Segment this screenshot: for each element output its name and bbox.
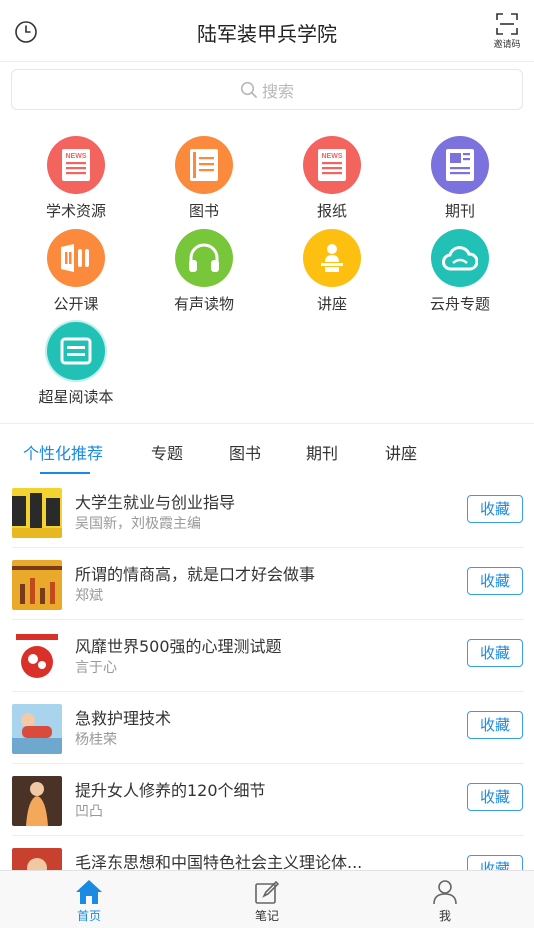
- search-input[interactable]: 搜索: [11, 69, 523, 110]
- favorite-button[interactable]: 收藏: [467, 495, 523, 523]
- category-label: 超星阅读本: [38, 388, 114, 406]
- reader-icon: [47, 322, 105, 380]
- search-icon: [240, 81, 257, 98]
- search-placeholder: 搜索: [261, 81, 294, 101]
- category-audiobooks[interactable]: 有声读物: [140, 229, 268, 314]
- list-item[interactable]: 所谓的情商高，就是口才好会做事 郑斌 收藏: [12, 548, 524, 620]
- recommendation-tabs: 个性化推荐 专题 图书 期刊 讲座: [0, 436, 534, 476]
- tab-personalized[interactable]: 个性化推荐: [23, 440, 103, 464]
- newspaper-icon: NEWS: [303, 136, 361, 194]
- book-title: 风靡世界500强的心理测试题: [75, 637, 282, 656]
- news-icon: NEWS: [47, 136, 105, 194]
- journal-icon: [431, 136, 489, 194]
- book-cover: [12, 632, 62, 682]
- favorite-button[interactable]: 收藏: [467, 783, 523, 811]
- tabbar-label: 首页: [76, 909, 101, 923]
- category-journals[interactable]: 期刊: [396, 136, 524, 221]
- svg-text:NEWS: NEWS: [322, 153, 343, 160]
- active-tab-indicator: [40, 472, 90, 474]
- book-author: 言于心: [75, 660, 117, 676]
- category-yunzhou-topics[interactable]: 云舟专题: [396, 229, 524, 314]
- favorite-button[interactable]: 收藏: [467, 639, 523, 667]
- list-item[interactable]: 风靡世界500强的心理测试题 言于心 收藏: [12, 620, 524, 692]
- list-item[interactable]: 急救护理技术 杨桂荣 收藏: [12, 692, 524, 764]
- tab-lectures[interactable]: 讲座: [385, 440, 417, 464]
- category-label: 有声读物: [173, 295, 234, 313]
- page-title: 陆军装甲兵学院: [197, 22, 337, 46]
- tabbar-label: 笔记: [254, 909, 279, 923]
- open-course-icon: [47, 229, 105, 287]
- book-title: 提升女人修养的120个细节: [75, 781, 266, 800]
- category-chaoxing-reader[interactable]: 超星阅读本: [12, 322, 140, 407]
- tab-topics[interactable]: 专题: [151, 440, 183, 464]
- category-label: 期刊: [444, 202, 475, 220]
- category-label: 云舟专题: [429, 295, 490, 313]
- tabbar-notes[interactable]: 笔记: [227, 879, 307, 924]
- invite-code-label: 邀请码: [493, 40, 521, 50]
- category-books[interactable]: 图书: [140, 136, 268, 221]
- book-cover: [12, 488, 62, 538]
- book-title: 毛泽东思想和中国特色社会主义理论体...: [75, 853, 363, 870]
- scan-icon: [496, 13, 518, 35]
- category-label: 公开课: [53, 295, 99, 313]
- bottom-tab-bar: 首页 笔记 我: [0, 870, 534, 928]
- book-author: 杨桂荣: [75, 732, 117, 748]
- book-list: 大学生就业与创业指导 吴国新，刘极霞主编 收藏 所谓的情商高，就是口才好会做事 …: [0, 476, 534, 870]
- tab-journals[interactable]: 期刊: [306, 440, 338, 464]
- category-newspapers[interactable]: NEWS 报纸: [268, 136, 396, 221]
- list-item[interactable]: 大学生就业与创业指导 吴国新，刘极霞主编 收藏: [12, 476, 524, 548]
- book-title: 急救护理技术: [75, 709, 172, 728]
- category-academic-resources[interactable]: NEWS 学术资源: [12, 136, 140, 221]
- app-header: 陆军装甲兵学院 邀请码: [0, 0, 534, 62]
- tab-books[interactable]: 图书: [229, 440, 261, 464]
- lecture-icon: [303, 229, 361, 287]
- tabbar-me[interactable]: 我: [405, 879, 485, 924]
- book-cover: [12, 848, 62, 870]
- book-author: 凹凸: [75, 804, 103, 820]
- book-author: 郑斌: [75, 588, 103, 604]
- list-item[interactable]: 毛泽东思想和中国特色社会主义理论体... 收藏: [12, 836, 524, 870]
- book-author: 吴国新，刘极霞主编: [75, 516, 201, 532]
- profile-icon: [433, 880, 457, 905]
- book-icon: [175, 136, 233, 194]
- note-icon: [255, 880, 280, 904]
- book-title: 所谓的情商高，就是口才好会做事: [75, 565, 316, 584]
- favorite-button[interactable]: 收藏: [467, 711, 523, 739]
- tabbar-home[interactable]: 首页: [49, 879, 129, 924]
- category-open-course[interactable]: 公开课: [12, 229, 140, 314]
- favorite-button[interactable]: 收藏: [467, 567, 523, 595]
- category-label: 图书: [188, 202, 219, 220]
- tabbar-label: 我: [438, 909, 451, 923]
- svg-text:NEWS: NEWS: [66, 153, 87, 160]
- section-divider: [0, 423, 534, 424]
- category-label: 报纸: [316, 202, 347, 220]
- book-cover: [12, 704, 62, 754]
- category-label: 讲座: [316, 295, 347, 313]
- book-cover: [12, 560, 62, 610]
- list-item[interactable]: 提升女人修养的120个细节 凹凸 收藏: [12, 764, 524, 836]
- book-title: 大学生就业与创业指导: [75, 493, 236, 512]
- favorite-button[interactable]: 收藏: [467, 855, 523, 870]
- book-cover: [12, 776, 62, 826]
- category-lectures[interactable]: 讲座: [268, 229, 396, 314]
- cloud-icon: [431, 229, 489, 287]
- headphones-icon: [175, 229, 233, 287]
- category-label: 学术资源: [45, 202, 106, 220]
- invite-code-button[interactable]: 邀请码: [492, 12, 522, 50]
- home-icon: [76, 880, 102, 904]
